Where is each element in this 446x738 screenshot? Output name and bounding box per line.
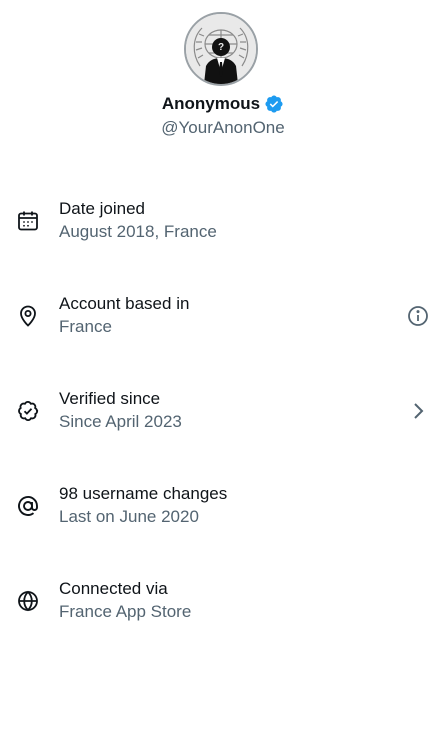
about-row-text: Date joined August 2018, France: [59, 198, 217, 243]
about-row-subtitle: August 2018, France: [59, 222, 217, 241]
about-row-title: Account based in: [59, 294, 190, 313]
about-row-title: Connected via: [59, 579, 168, 598]
display-name[interactable]: Anonymous: [162, 94, 260, 114]
about-row-title: Verified since: [59, 389, 161, 408]
avatar[interactable]: ?: [184, 12, 258, 86]
about-row-username-changes: 98 username changes Last on June 2020: [0, 483, 446, 543]
about-row-subtitle: Last on June 2020: [59, 507, 199, 526]
name-row: Anonymous: [0, 94, 446, 114]
info-icon[interactable]: [406, 304, 430, 328]
globe-icon: [16, 589, 40, 613]
calendar-icon: [16, 209, 40, 233]
about-row-text: Connected via France App Store: [59, 578, 191, 623]
about-row-subtitle: Since April 2023: [59, 412, 182, 431]
about-row-title: Date joined: [59, 199, 146, 218]
about-row-title: 98 username changes: [59, 484, 228, 503]
about-row-date-joined: Date joined August 2018, France: [0, 198, 446, 258]
handle[interactable]: @YourAnonOne: [0, 118, 446, 138]
about-row-subtitle: France App Store: [59, 602, 192, 621]
about-row-text: Verified since Since April 2023: [59, 388, 182, 433]
svg-text:?: ?: [218, 42, 224, 53]
about-row-verified-since[interactable]: Verified since Since April 2023: [0, 388, 446, 448]
location-pin-icon: [16, 304, 40, 328]
avatar-image: ?: [186, 14, 256, 84]
verified-badge-icon[interactable]: [264, 94, 284, 114]
chevron-right-icon[interactable]: [406, 399, 430, 423]
about-row-text: 98 username changes Last on June 2020: [59, 483, 227, 528]
about-row-subtitle: France: [59, 317, 112, 336]
about-row-account-based-in: Account based in France: [0, 293, 446, 353]
about-row-text: Account based in France: [59, 293, 189, 338]
at-sign-icon: [16, 494, 40, 518]
verified-badge-outline-icon: [16, 399, 40, 423]
about-row-connected-via: Connected via France App Store: [0, 578, 446, 638]
